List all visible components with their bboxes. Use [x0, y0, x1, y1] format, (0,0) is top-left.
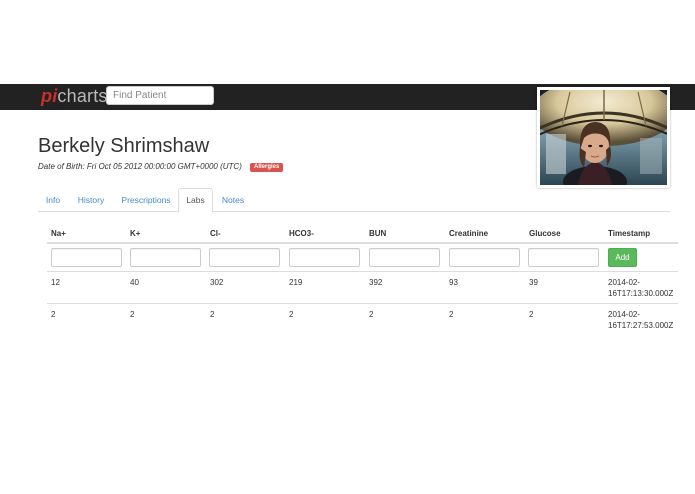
row-divider [47, 303, 678, 304]
timestamp-time: 16T17:13:30.000Z [608, 289, 674, 298]
hco3-input[interactable] [289, 248, 360, 267]
cell-timestamp: 2014-02- 16T17:13:30.000Z [608, 277, 688, 299]
patient-dob: Date of Birth: Fri Oct 05 2012 00:00:00 … [38, 162, 242, 171]
cell-na: 12 [51, 278, 60, 287]
cell-na: 2 [51, 310, 56, 319]
row-divider [47, 271, 678, 272]
tab-info[interactable]: Info [38, 188, 68, 212]
cell-bun: 392 [369, 278, 383, 287]
glucose-input[interactable] [528, 248, 599, 267]
column-header-cl: Cl- [210, 229, 221, 238]
cell-glucose: 39 [529, 278, 538, 287]
header-divider [47, 242, 678, 244]
patient-tabs: Info History Prescriptions Labs Notes [38, 188, 670, 213]
timestamp-date: 2014-02- [608, 310, 641, 319]
cell-k: 40 [130, 278, 139, 287]
creatinine-input[interactable] [449, 248, 520, 267]
column-header-timestamp: Timestamp [608, 229, 651, 238]
cl-input[interactable] [209, 248, 280, 267]
tab-labs[interactable]: Labs [178, 188, 213, 213]
column-header-bun: BUN [369, 229, 387, 238]
find-patient-input[interactable] [106, 86, 214, 105]
column-header-na: Na+ [51, 229, 66, 238]
tab-notes[interactable]: Notes [215, 188, 251, 212]
cell-bun: 2 [369, 310, 374, 319]
brand-pi: pi [41, 86, 58, 106]
cell-glucose: 2 [529, 310, 534, 319]
na-input[interactable] [51, 248, 122, 267]
patient-photo [537, 87, 670, 188]
column-header-creatinine: Creatinine [449, 229, 489, 238]
patient-name: Berkely Shrimshaw [38, 135, 210, 157]
brand-logo[interactable]: picharts [41, 85, 108, 107]
timestamp-time: 16T17:27:53.000Z [608, 321, 674, 330]
tab-history[interactable]: History [70, 188, 112, 212]
k-input[interactable] [130, 248, 201, 267]
cell-timestamp: 2014-02- 16T17:27:53.000Z [608, 309, 688, 331]
cell-hco3: 2 [289, 310, 294, 319]
timestamp-date: 2014-02- [608, 278, 641, 287]
allergies-badge[interactable]: Allergies [250, 163, 284, 172]
cell-k: 2 [130, 310, 135, 319]
cell-hco3: 219 [289, 278, 303, 287]
cell-creatinine: 2 [449, 310, 454, 319]
cell-cl: 302 [210, 278, 224, 287]
cell-creatinine: 93 [449, 278, 458, 287]
add-lab-button[interactable]: Add [608, 248, 637, 267]
bun-input[interactable] [369, 248, 440, 267]
tab-prescriptions[interactable]: Prescriptions [116, 188, 176, 212]
column-header-hco3: HCO3- [289, 229, 314, 238]
column-header-glucose: Glucose [529, 229, 561, 238]
brand-name: charts [57, 86, 108, 106]
cell-cl: 2 [210, 310, 215, 319]
column-header-k: K+ [130, 229, 141, 238]
